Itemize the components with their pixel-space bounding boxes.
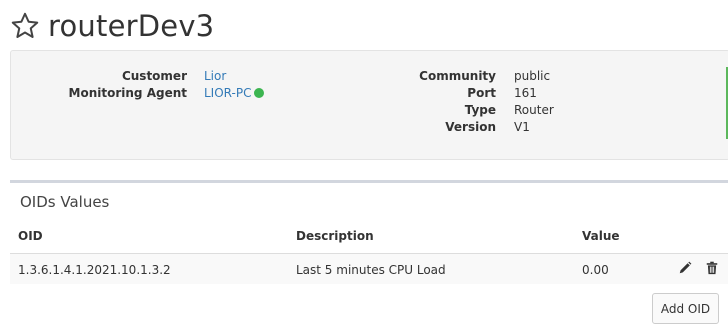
agent-status-dot (254, 88, 265, 98)
monitoring-agent-link[interactable]: LIOR-PC (204, 86, 251, 100)
customer-link[interactable]: Lior (204, 68, 226, 85)
type-label: Type (464, 103, 496, 117)
add-oid-button[interactable]: Add OID (652, 293, 719, 324)
type-value: Router (514, 103, 554, 117)
page-header: routerDev3 (10, 6, 214, 46)
version-value: V1 (514, 120, 530, 134)
port-label: Port (467, 86, 496, 100)
edit-pencil-icon[interactable] (678, 261, 692, 275)
page-title: routerDev3 (48, 9, 215, 43)
star-icon[interactable] (10, 11, 40, 41)
community-label: Community (419, 69, 496, 83)
oids-card: OIDs Values OID Description Value 1.3.6.… (10, 180, 728, 333)
oid-cell: 1.3.6.1.4.1.2021.10.1.3.2 (18, 263, 171, 277)
column-header-description: Description (296, 229, 374, 243)
monitoring-agent-value: LIOR-PC (204, 85, 265, 102)
customer-label: Customer (121, 69, 187, 83)
description-cell: Last 5 minutes CPU Load (296, 263, 446, 277)
port-value: 161 (514, 86, 537, 100)
monitoring-agent-label: Monitoring Agent (68, 86, 187, 100)
device-info-panel: Customer Lior Monitoring Agent LIOR-PC C… (10, 50, 728, 160)
value-cell: 0.00 (582, 263, 609, 277)
column-header-oid: OID (18, 229, 43, 243)
column-header-value: Value (582, 229, 620, 243)
oids-card-title: OIDs Values (20, 193, 110, 211)
table-row: 1.3.6.1.4.1.2021.10.1.3.2 Last 5 minutes… (10, 253, 728, 284)
delete-trash-icon[interactable] (705, 261, 719, 275)
community-value: public (514, 69, 551, 83)
version-label: Version (445, 120, 496, 134)
